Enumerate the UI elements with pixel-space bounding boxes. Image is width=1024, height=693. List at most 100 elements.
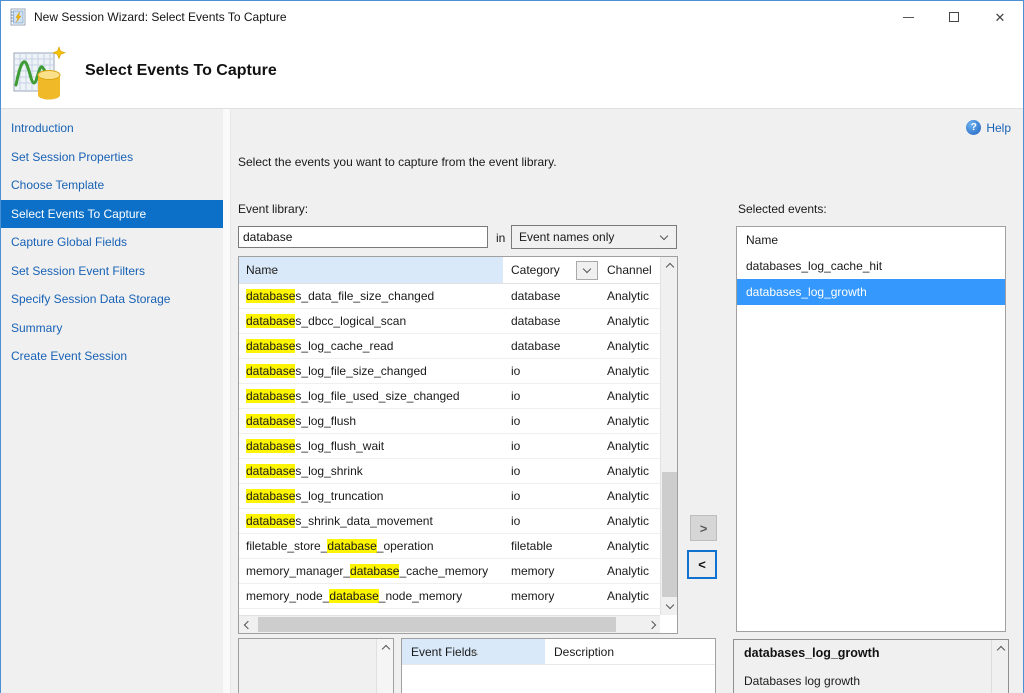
- help-link[interactable]: ? Help: [966, 120, 1011, 135]
- wizard-steps-nav: IntroductionSet Session PropertiesChoose…: [1, 109, 223, 693]
- event-category-cell: io: [503, 359, 601, 383]
- sort-ascending-icon: [269, 258, 274, 285]
- event-library-label: Event library:: [238, 202, 308, 216]
- table-row[interactable]: databases_log_shrinkioAnalytic: [239, 459, 660, 484]
- remove-event-button[interactable]: <: [687, 550, 717, 579]
- table-row[interactable]: databases_data_file_size_changeddatabase…: [239, 284, 660, 309]
- table-row[interactable]: databases_log_flush_waitioAnalytic: [239, 434, 660, 459]
- event-name-cell: databases_log_truncation: [239, 484, 503, 508]
- table-row[interactable]: databases_dbcc_logical_scandatabaseAnaly…: [239, 309, 660, 334]
- column-header-category[interactable]: Category: [503, 257, 601, 283]
- event-fields-header: Event Fields Description: [402, 639, 715, 665]
- sidebar-item-set-session-event-filters[interactable]: Set Session Event Filters: [1, 257, 223, 286]
- scroll-up-icon[interactable]: [661, 257, 678, 274]
- search-scope-value: Event names only: [519, 230, 614, 244]
- category-filter-button[interactable]: [576, 261, 598, 280]
- event-field-values-box: [238, 638, 394, 693]
- sidebar-item-set-session-properties[interactable]: Set Session Properties: [1, 143, 223, 172]
- sidebar-item-introduction[interactable]: Introduction: [1, 114, 223, 143]
- event-name-cell: databases_dbcc_logical_scan: [239, 309, 503, 333]
- event-category-cell: memory: [503, 584, 601, 608]
- mini-scrollbar[interactable]: [991, 640, 1008, 693]
- event-description-text: Databases log growth: [744, 674, 998, 688]
- event-description-panel: databases_log_growth Databases log growt…: [733, 639, 1009, 693]
- event-category-cell: io: [503, 434, 601, 458]
- event-channel-cell: Analytic: [601, 434, 660, 458]
- add-event-button[interactable]: >: [690, 515, 717, 541]
- horizontal-scrollbar[interactable]: [239, 615, 660, 633]
- event-name-cell: memory_node_database_node_memory: [239, 584, 503, 608]
- scroll-left-icon[interactable]: [239, 616, 256, 633]
- vertical-scroll-thumb[interactable]: [662, 472, 677, 597]
- event-name-cell: databases_log_cache_read: [239, 334, 503, 358]
- table-row[interactable]: databases_shrink_data_movementioAnalytic: [239, 509, 660, 534]
- mini-scrollbar[interactable]: [376, 639, 393, 693]
- sidebar-item-create-event-session[interactable]: Create Event Session: [1, 342, 223, 371]
- selected-events-list: Name databases_log_cache_hitdatabases_lo…: [736, 226, 1006, 632]
- horizontal-scroll-thumb[interactable]: [258, 617, 616, 632]
- event-channel-cell: Analytic: [601, 584, 660, 608]
- title-bar: New Session Wizard: Select Events To Cap…: [1, 1, 1023, 33]
- main-content: ? Help Select the events you want to cap…: [231, 109, 1023, 693]
- event-category-cell: memory: [503, 559, 601, 583]
- table-row[interactable]: databases_log_truncationioAnalytic: [239, 484, 660, 509]
- event-channel-cell: Analytic: [601, 509, 660, 533]
- window-controls: ✕: [885, 1, 1023, 33]
- event-name-cell: databases_log_file_size_changed: [239, 359, 503, 383]
- close-icon: ✕: [995, 11, 1006, 24]
- scroll-down-icon[interactable]: [661, 598, 678, 615]
- sort-ascending-icon: [472, 640, 477, 666]
- chevron-down-icon: [583, 265, 591, 273]
- column-header-description[interactable]: Description: [545, 639, 715, 664]
- event-name-cell: memory_manager_database_cache_memory: [239, 559, 503, 583]
- sidebar-item-capture-global-fields[interactable]: Capture Global Fields: [1, 228, 223, 257]
- event-name-cell: databases_log_file_used_size_changed: [239, 384, 503, 408]
- table-row[interactable]: databases_log_file_used_size_changedioAn…: [239, 384, 660, 409]
- sidebar-item-summary[interactable]: Summary: [1, 314, 223, 343]
- minimize-icon: [903, 17, 914, 18]
- event-category-cell: database: [503, 334, 601, 358]
- event-channel-cell: Analytic: [601, 359, 660, 383]
- minimize-button[interactable]: [885, 1, 931, 33]
- new-session-wizard-window: New Session Wizard: Select Events To Cap…: [0, 0, 1024, 693]
- event-search-input[interactable]: [238, 226, 488, 248]
- sidebar-divider: [223, 109, 231, 693]
- selected-event-item[interactable]: databases_log_cache_hit: [737, 253, 1005, 279]
- table-row[interactable]: databases_log_flushioAnalytic: [239, 409, 660, 434]
- table-row[interactable]: databases_log_cache_readdatabaseAnalytic: [239, 334, 660, 359]
- scroll-up-icon[interactable]: [992, 640, 1009, 657]
- event-channel-cell: Analytic: [601, 409, 660, 433]
- close-button[interactable]: ✕: [977, 1, 1023, 33]
- table-row[interactable]: databases_log_file_size_changedioAnalyti…: [239, 359, 660, 384]
- table-row[interactable]: filetable_store_database_operationfileta…: [239, 534, 660, 559]
- selected-events-column-header[interactable]: Name: [737, 227, 1005, 253]
- event-category-cell: filetable: [503, 534, 601, 558]
- column-header-name[interactable]: Name: [239, 257, 503, 283]
- vertical-scrollbar[interactable]: [660, 257, 677, 615]
- maximize-button[interactable]: [931, 1, 977, 33]
- help-icon: ?: [966, 120, 981, 135]
- table-row[interactable]: memory_manager_database_cache_memorymemo…: [239, 559, 660, 584]
- search-scope-dropdown[interactable]: Event names only: [511, 225, 677, 249]
- event-name-cell: databases_data_file_size_changed: [239, 284, 503, 308]
- event-rows: databases_data_file_size_changeddatabase…: [239, 284, 660, 615]
- selected-event-item[interactable]: databases_log_growth: [737, 279, 1005, 305]
- table-row[interactable]: memory_node_database_node_memorymemoryAn…: [239, 584, 660, 609]
- column-header-event-fields[interactable]: Event Fields: [402, 639, 545, 664]
- event-name-cell: databases_log_flush: [239, 409, 503, 433]
- maximize-icon: [949, 12, 959, 22]
- selected-events-label: Selected events:: [738, 202, 827, 216]
- scroll-right-icon[interactable]: [643, 616, 660, 633]
- event-category-cell: io: [503, 409, 601, 433]
- events-chart-database-icon: [13, 45, 67, 101]
- column-header-channel[interactable]: Channel: [601, 257, 660, 283]
- scroll-up-icon[interactable]: [377, 639, 394, 656]
- chevron-down-icon: [660, 231, 668, 239]
- help-label: Help: [986, 121, 1011, 135]
- event-name-cell: databases_shrink_data_movement: [239, 509, 503, 533]
- sidebar-item-select-events-to-capture[interactable]: Select Events To Capture: [1, 200, 223, 229]
- sidebar-item-choose-template[interactable]: Choose Template: [1, 171, 223, 200]
- event-description-title: databases_log_growth: [744, 646, 998, 660]
- sidebar-item-specify-session-data-storage[interactable]: Specify Session Data Storage: [1, 285, 223, 314]
- event-library-table: Name Category Channel databases_data_fil…: [238, 256, 678, 634]
